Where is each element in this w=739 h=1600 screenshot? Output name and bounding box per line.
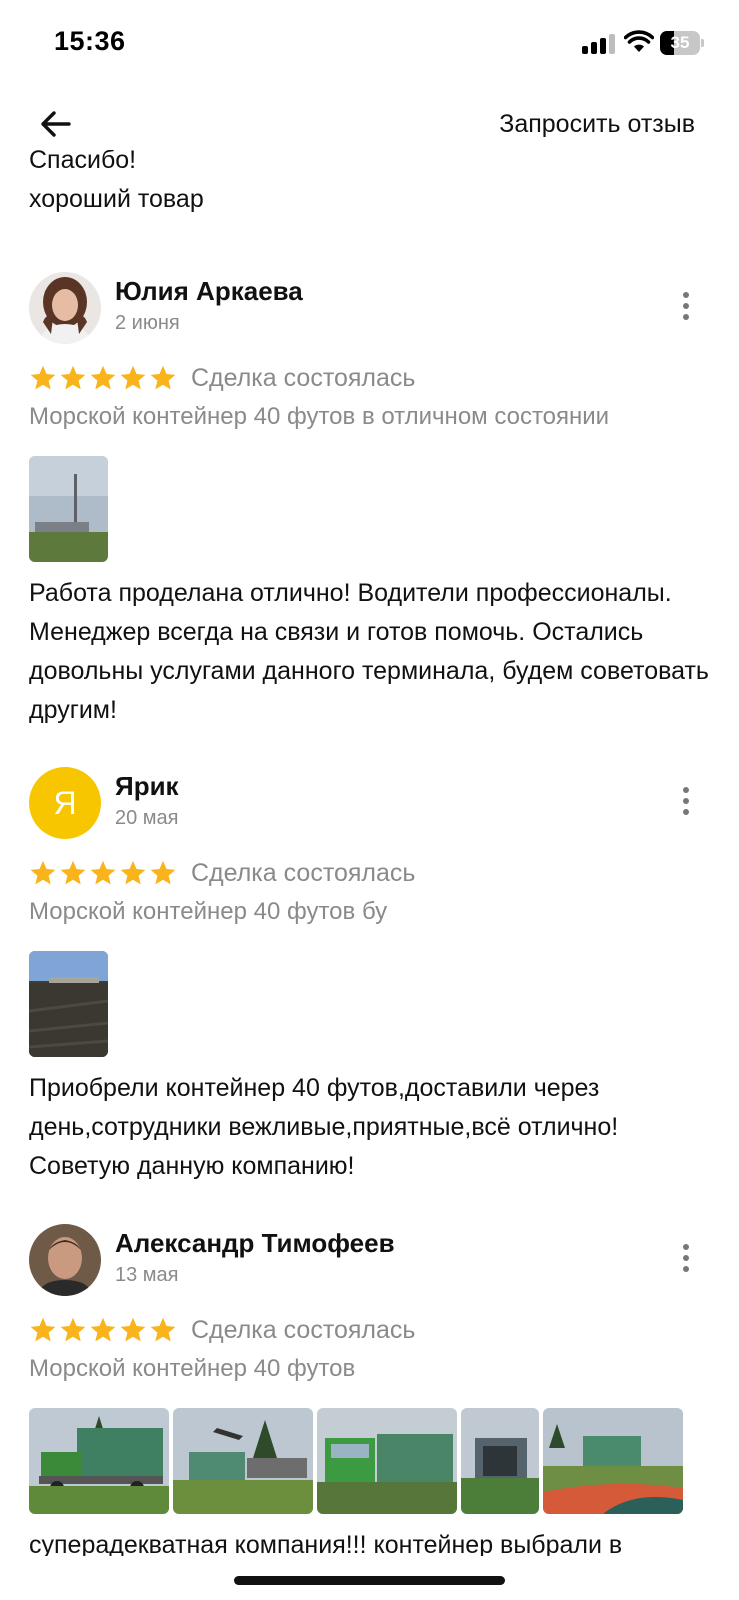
more-options-icon[interactable] — [682, 292, 690, 322]
review-card: Я Ярик 20 мая Сделка состоялась Морской … — [0, 767, 739, 1186]
star-icon — [90, 365, 116, 390]
status-bar: 15:36 35 — [0, 0, 739, 90]
star-icon — [90, 860, 116, 885]
more-options-icon[interactable] — [682, 787, 690, 817]
review-photo[interactable] — [29, 1408, 169, 1514]
review-card: Юлия Аркаева 2 июня Сделка состоялась Мо… — [0, 272, 739, 730]
star-icon — [90, 1317, 116, 1342]
avatar[interactable]: Я — [29, 767, 101, 839]
deal-status: Сделка состоялась — [191, 363, 416, 392]
review-product: Морской контейнер 40 футов в отличном со… — [29, 403, 610, 430]
avatar[interactable] — [29, 1224, 101, 1296]
review-photo[interactable] — [543, 1408, 683, 1514]
star-icon — [60, 1317, 86, 1342]
review-date: 2 июня — [115, 312, 180, 334]
deal-status: Сделка состоялась — [191, 1315, 416, 1344]
more-options-icon[interactable] — [682, 1244, 690, 1274]
review-photo[interactable] — [317, 1408, 457, 1514]
deal-status: Сделка состоялась — [191, 858, 416, 887]
star-rating — [29, 859, 177, 887]
review-photo[interactable] — [461, 1408, 539, 1514]
star-rating — [29, 1316, 177, 1344]
home-indicator[interactable] — [234, 1576, 505, 1585]
review-text: Приобрели контейнер 40 футов,доставили ч… — [29, 1074, 619, 1180]
star-icon — [120, 860, 146, 885]
review-author: Александр Тимофеев — [115, 1228, 395, 1258]
star-icon — [120, 1317, 146, 1342]
review-text: суперадекватная компания!!! контейнер вы… — [29, 1531, 623, 1556]
review-photo[interactable] — [173, 1408, 313, 1514]
review-author: Ярик — [115, 771, 179, 801]
review-photo[interactable] — [29, 456, 108, 562]
review-text: Работа проделана отлично! Водители профе… — [29, 579, 709, 724]
review-card: Александр Тимофеев 13 мая Сделка состоял… — [0, 1224, 739, 1556]
previous-review-line: Спасибо! — [29, 150, 137, 174]
battery-icon: 35 — [660, 31, 704, 55]
star-icon — [60, 860, 86, 885]
star-rating — [29, 364, 177, 392]
review-product: Морской контейнер 40 футов бу — [29, 898, 388, 925]
battery-level: 35 — [670, 33, 690, 52]
star-icon — [150, 1317, 176, 1342]
star-icon — [120, 365, 146, 390]
star-icon — [150, 365, 176, 390]
request-review-button[interactable]: Запросить отзыв — [499, 110, 695, 139]
avatar[interactable] — [29, 272, 101, 344]
wifi-icon — [624, 30, 654, 52]
cellular-signal-icon — [582, 34, 616, 54]
previous-review-text: Спасибо! хороший товар — [0, 150, 739, 219]
review-photo[interactable] — [29, 951, 108, 1057]
review-product: Морской контейнер 40 футов — [29, 1355, 356, 1382]
star-icon — [30, 860, 56, 885]
review-date: 13 мая — [115, 1264, 179, 1286]
star-icon — [60, 365, 86, 390]
previous-review-line: хороший товар — [29, 185, 204, 213]
status-time: 15:36 — [54, 26, 126, 56]
star-icon — [30, 365, 56, 390]
review-date: 20 мая — [115, 807, 179, 829]
review-author: Юлия Аркаева — [115, 276, 303, 306]
star-icon — [30, 1317, 56, 1342]
star-icon — [150, 860, 176, 885]
back-arrow-icon[interactable] — [36, 104, 76, 144]
